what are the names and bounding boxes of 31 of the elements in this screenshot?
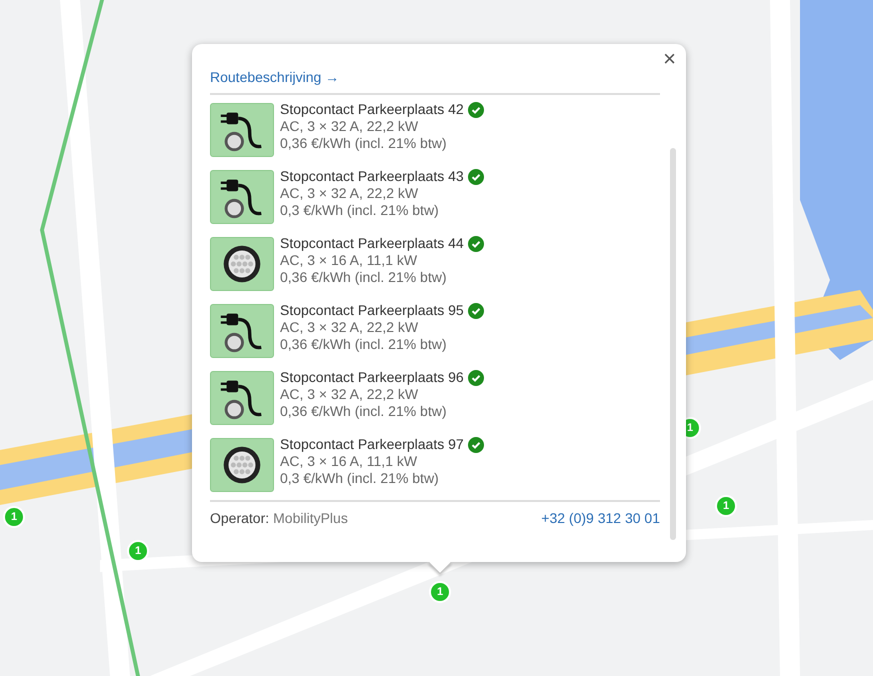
plug-icon bbox=[210, 103, 274, 157]
popup-pointer bbox=[428, 562, 452, 574]
directions-link[interactable]: Routebeschrijving → bbox=[210, 69, 340, 85]
connector-power: AC, 3 × 16 A, 11,1 kW bbox=[280, 453, 418, 470]
socket-icon bbox=[210, 237, 274, 291]
plug-icon bbox=[210, 371, 274, 425]
socket-icon bbox=[210, 438, 274, 492]
connector-name: Stopcontact Parkeerplaats 43 bbox=[280, 168, 464, 185]
connector-price: 0,36 €/kWh (incl. 21% btw) bbox=[280, 336, 448, 353]
phone-link[interactable]: +32 (0)9 312 30 01 bbox=[541, 510, 660, 526]
connector-name: Stopcontact Parkeerplaats 96 bbox=[280, 369, 464, 386]
plug-icon bbox=[210, 170, 274, 224]
connector-name: Stopcontact Parkeerplaats 44 bbox=[280, 235, 464, 252]
connector-name: Stopcontact Parkeerplaats 95 bbox=[280, 302, 464, 319]
connector-power: AC, 3 × 32 A, 22,2 kW bbox=[280, 118, 420, 135]
connector-power: AC, 3 × 16 A, 11,1 kW bbox=[280, 252, 418, 269]
connector-price: 0,36 €/kWh (incl. 21% btw) bbox=[280, 269, 448, 286]
connector-price: 0,36 €/kWh (incl. 21% btw) bbox=[280, 135, 448, 152]
connector-price: 0,3 €/kWh (incl. 21% btw) bbox=[280, 470, 440, 487]
operator-name: MobilityPlus bbox=[273, 510, 348, 526]
connector-power: AC, 3 × 32 A, 22,2 kW bbox=[280, 319, 420, 336]
connector-power: AC, 3 × 32 A, 22,2 kW bbox=[280, 386, 420, 403]
connector-price: 0,36 €/kWh (incl. 21% btw) bbox=[280, 403, 448, 420]
scrollbar[interactable] bbox=[670, 148, 676, 540]
connector-name: Stopcontact Parkeerplaats 42 bbox=[280, 101, 464, 118]
connector-name: Stopcontact Parkeerplaats 97 bbox=[280, 436, 464, 453]
connector-price: 0,3 €/kWh (incl. 21% btw) bbox=[280, 202, 440, 219]
plug-icon bbox=[210, 304, 274, 358]
operator-label: Operator: bbox=[210, 510, 270, 526]
connector-power: AC, 3 × 32 A, 22,2 kW bbox=[280, 185, 420, 202]
close-button[interactable]: × bbox=[659, 46, 680, 72]
